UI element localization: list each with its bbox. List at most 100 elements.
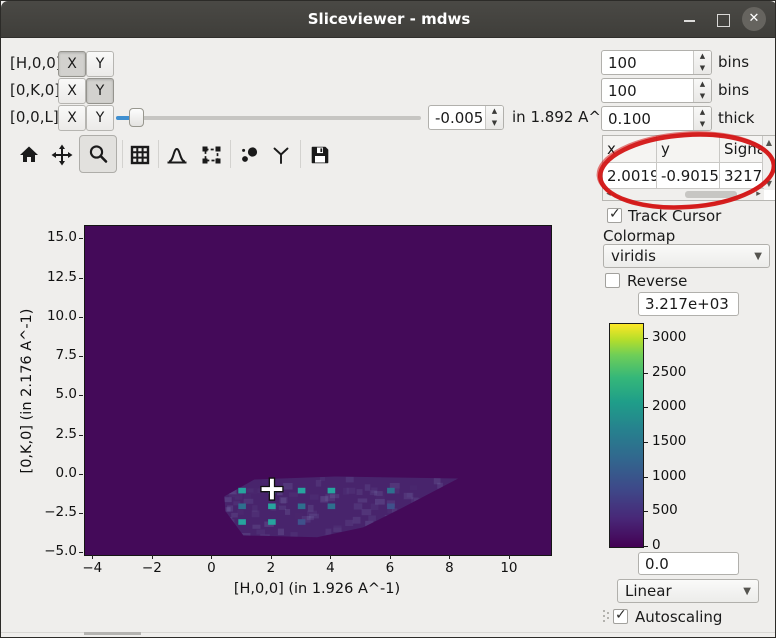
- scale-value: Linear: [625, 582, 672, 600]
- spin-up-icon[interactable]: ▲: [694, 107, 711, 119]
- 0k0-y-button[interactable]: Y: [86, 78, 114, 104]
- bins-x-input[interactable]: [602, 51, 693, 74]
- column-header-x[interactable]: x: [603, 136, 657, 163]
- 00l-y-button[interactable]: Y: [86, 105, 114, 131]
- save-button[interactable]: [307, 142, 333, 168]
- spin-arrows[interactable]: ▲▼: [693, 79, 711, 102]
- spin-arrows[interactable]: ▲▼: [693, 107, 711, 130]
- slice-heatmap-plot[interactable]: [84, 225, 552, 556]
- tick-mark: [330, 555, 331, 559]
- scroll-up-icon[interactable]: ▲: [763, 136, 775, 149]
- tick-label: [643, 338, 648, 339]
- tick-label: 10.0: [35, 308, 77, 324]
- bins-x-spinbox[interactable]: ▲▼: [601, 50, 712, 75]
- tick-label: 10: [487, 560, 531, 576]
- colorbar-max-input[interactable]: [638, 292, 739, 316]
- spin-down-icon[interactable]: ▼: [694, 63, 711, 75]
- colorbar: [609, 323, 644, 548]
- nonorthogonal-axes-button[interactable]: [268, 142, 294, 168]
- thickness-label: thick: [718, 106, 755, 131]
- x-axis-label: [H,0,0] (in 1.926 A^-1): [207, 581, 427, 597]
- scroll-down-icon[interactable]: ▼: [763, 177, 775, 190]
- tick-mark: [79, 317, 83, 318]
- thickness-input[interactable]: [602, 107, 693, 130]
- spin-up-icon[interactable]: ▲: [486, 106, 503, 118]
- bragg-peak: [268, 504, 276, 510]
- spin-arrows[interactable]: ▲▼: [485, 106, 503, 129]
- 0k0-x-button[interactable]: X: [58, 78, 86, 104]
- column-header-signal[interactable]: Signal: [720, 136, 762, 163]
- bragg-peak: [387, 488, 395, 494]
- slice-slider-track[interactable]: [116, 116, 421, 120]
- bragg-peak: [328, 504, 336, 510]
- tick-mark: [390, 555, 391, 559]
- overlay-peaks-button[interactable]: [237, 142, 263, 168]
- line-plots-button[interactable]: [164, 142, 190, 168]
- tick-label: −2.5: [35, 504, 77, 520]
- tick-label: 15.0: [35, 229, 77, 245]
- tick-label: 6: [368, 560, 412, 576]
- thickness-spinbox[interactable]: ▲▼: [601, 106, 712, 131]
- pan-icon: [51, 144, 73, 166]
- colormap-select[interactable]: viridis ▼: [603, 244, 770, 268]
- slice-value-input[interactable]: [429, 106, 485, 129]
- close-button[interactable]: ✕: [742, 7, 766, 31]
- tick-label: 5.0: [35, 386, 77, 402]
- toolbar-separator: [230, 140, 231, 168]
- slice-slider-handle[interactable]: [129, 108, 144, 127]
- tick-mark: [79, 395, 83, 396]
- roi-icon: [200, 144, 223, 166]
- bins-y-spinbox[interactable]: ▲▼: [601, 78, 712, 103]
- scroll-right-icon[interactable]: ▸: [753, 189, 764, 200]
- save-icon: [309, 144, 331, 166]
- roi-button[interactable]: [198, 142, 224, 168]
- tick-label: 2500: [652, 364, 686, 380]
- grid-button[interactable]: [127, 142, 153, 168]
- autoscaling-checkbox[interactable]: [613, 609, 628, 624]
- spin-up-icon[interactable]: ▲: [694, 79, 711, 91]
- spin-down-icon[interactable]: ▼: [694, 119, 711, 131]
- tick-label: [643, 546, 648, 547]
- bins-y-input[interactable]: [602, 79, 693, 102]
- h00-x-button[interactable]: X: [58, 51, 86, 77]
- cell-x-value: 2.0019: [603, 163, 657, 190]
- table-horizontal-scrollbar[interactable]: ◂ ▸: [603, 188, 764, 200]
- tick-label: [643, 477, 648, 478]
- spin-arrows[interactable]: ▲▼: [693, 51, 711, 74]
- zoom-button[interactable]: [79, 135, 117, 173]
- tick-label: 8: [427, 560, 471, 576]
- cell-signal-value: 3217: [720, 163, 762, 190]
- track-cursor-checkbox[interactable]: [607, 208, 622, 223]
- bragg-peak: [387, 504, 395, 510]
- tick-label: 0: [189, 560, 233, 576]
- tick-mark: [509, 555, 510, 559]
- toolbar-separator: [122, 140, 123, 168]
- splitter-handle[interactable]: [603, 610, 605, 612]
- minimize-button[interactable]: [684, 20, 695, 22]
- spin-down-icon[interactable]: ▼: [694, 91, 711, 103]
- tick-mark: [79, 474, 83, 475]
- line-plots-icon: [165, 144, 189, 166]
- home-button[interactable]: [16, 142, 42, 168]
- scroll-left-icon[interactable]: ◂: [603, 189, 614, 200]
- slice-value-spinbox[interactable]: ▲▼: [428, 105, 504, 130]
- 00l-x-button[interactable]: X: [58, 105, 86, 131]
- pan-button[interactable]: [49, 142, 75, 168]
- tick-mark: [79, 513, 83, 514]
- zoom-icon: [87, 143, 109, 165]
- table-vertical-scrollbar[interactable]: ▲ ▼: [762, 136, 775, 190]
- column-header-y[interactable]: y: [657, 136, 720, 163]
- spin-down-icon[interactable]: ▼: [486, 118, 503, 130]
- scale-select[interactable]: Linear ▼: [617, 579, 759, 603]
- spin-up-icon[interactable]: ▲: [694, 51, 711, 63]
- maximize-button[interactable]: [717, 14, 730, 27]
- colorbar-min-input[interactable]: [638, 552, 739, 575]
- tick-mark: [79, 552, 83, 553]
- reverse-checkbox[interactable]: [605, 273, 620, 288]
- h00-y-button[interactable]: Y: [86, 51, 114, 77]
- bins-x-label: bins: [718, 50, 749, 75]
- cursor-info-table[interactable]: x y Signal 2.0019 -0.9015 3217 ▲ ▼ ◂ ▸: [602, 135, 776, 201]
- scrollbar-thumb[interactable]: [685, 191, 737, 198]
- tick-label: 2: [249, 560, 293, 576]
- tick-mark: [79, 278, 83, 279]
